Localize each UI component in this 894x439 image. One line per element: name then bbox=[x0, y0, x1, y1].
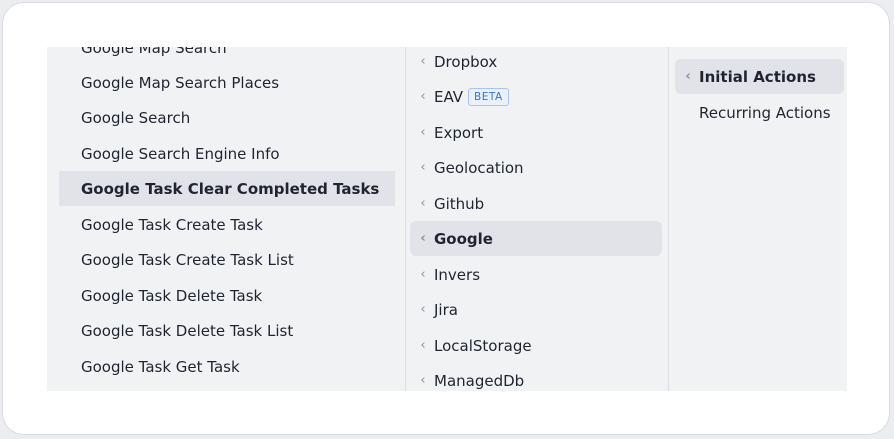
menu-item-google-search-engine-info[interactable]: Google Search Engine Info bbox=[59, 136, 395, 171]
menu-item-label: Export bbox=[434, 123, 484, 142]
menu-item-label: Google Task Create Task bbox=[81, 215, 263, 234]
menu-item-label: Google Search Engine Info bbox=[81, 144, 280, 163]
menu-item-label: Invers bbox=[434, 265, 481, 284]
menu-item-label: Google Search bbox=[81, 108, 191, 127]
menu-item-label: Google Task Clear Completed Tasks bbox=[81, 179, 380, 198]
menu-item-initial-actions[interactable]: ‹ Initial Actions bbox=[675, 59, 844, 94]
menu-item-label: Google Map Search Places bbox=[81, 73, 280, 92]
menu-item-label: Geolocation bbox=[434, 158, 524, 177]
chevron-left-icon: ‹ bbox=[420, 196, 426, 211]
menu-item-google-task-create-task[interactable]: Google Task Create Task bbox=[59, 207, 395, 242]
menu-item-label: ManagedDb bbox=[434, 371, 525, 390]
menu-column-actions: Google Map Search Google Map Search Plac… bbox=[47, 47, 405, 391]
menu-item-google-search[interactable]: Google Search bbox=[59, 100, 395, 135]
menu-item-label: Google bbox=[434, 229, 493, 248]
menu-item-geolocation[interactable]: ‹ Geolocation bbox=[410, 150, 662, 185]
menu-item-label: Initial Actions bbox=[699, 67, 816, 86]
chevron-left-icon: ‹ bbox=[685, 69, 691, 84]
chevron-left-icon: ‹ bbox=[420, 302, 426, 317]
menu-item-export[interactable]: ‹ Export bbox=[410, 115, 662, 150]
chevron-left-icon: ‹ bbox=[420, 125, 426, 140]
menu-item-github[interactable]: ‹ Github bbox=[410, 186, 662, 221]
menu-item-invers[interactable]: ‹ Invers bbox=[410, 257, 662, 292]
menu-item-label: Google Map Search bbox=[81, 47, 227, 57]
chevron-left-icon: ‹ bbox=[420, 160, 426, 175]
menu-item-google-task-create-task-list[interactable]: Google Task Create Task List bbox=[59, 242, 395, 277]
menu-item-google[interactable]: ‹ Google bbox=[410, 221, 662, 256]
menu-item-label: Google Task Delete Task List bbox=[81, 321, 294, 340]
cascading-menu: Google Map Search Google Map Search Plac… bbox=[47, 47, 847, 391]
menu-item-eav[interactable]: ‹ EAV BETA bbox=[410, 79, 662, 114]
menu-item-label: EAV bbox=[434, 87, 464, 106]
menu-item-localstorage[interactable]: ‹ LocalStorage bbox=[410, 328, 662, 363]
menu-item-google-task-clear-completed-tasks[interactable]: Google Task Clear Completed Tasks bbox=[59, 171, 395, 206]
menu-item-google-task-delete-task[interactable]: Google Task Delete Task bbox=[59, 278, 395, 313]
menu-item-recurring-actions[interactable]: Recurring Actions bbox=[675, 95, 844, 130]
chevron-left-icon: ‹ bbox=[420, 338, 426, 353]
menu-item-manageddb[interactable]: ‹ ManagedDb bbox=[410, 363, 662, 391]
menu-item-google-task-delete-task-list[interactable]: Google Task Delete Task List bbox=[59, 313, 395, 348]
chevron-left-icon: ‹ bbox=[420, 373, 426, 388]
menu-item-label: Github bbox=[434, 194, 485, 213]
menu-item-label: Jira bbox=[434, 300, 458, 319]
menu-item-partial[interactable]: Google Map Search bbox=[59, 47, 395, 65]
chevron-left-icon: ‹ bbox=[420, 231, 426, 246]
menu-item-label: Google Task Create Task List bbox=[81, 250, 294, 269]
menu-column-triggers: ‹ Initial Actions Recurring Actions bbox=[668, 47, 847, 391]
menu-item-label: Recurring Actions bbox=[699, 103, 831, 122]
screenshot-frame: Google Map Search Google Map Search Plac… bbox=[2, 2, 890, 435]
menu-item-label: Google Task Get Task bbox=[81, 357, 240, 376]
menu-item-label: Google Task Delete Task bbox=[81, 286, 263, 305]
chevron-left-icon: ‹ bbox=[420, 89, 426, 104]
menu-column-categories: ‹ Dropbox ‹ EAV BETA ‹ Export ‹ Geolocat… bbox=[405, 47, 669, 391]
menu-item-label: LocalStorage bbox=[434, 336, 532, 355]
chevron-left-icon: ‹ bbox=[420, 54, 426, 69]
chevron-left-icon: ‹ bbox=[420, 267, 426, 282]
menu-item-jira[interactable]: ‹ Jira bbox=[410, 292, 662, 327]
menu-item-dropbox[interactable]: ‹ Dropbox bbox=[410, 47, 662, 79]
menu-item-label: Dropbox bbox=[434, 52, 498, 71]
menu-item-google-task-get-task[interactable]: Google Task Get Task bbox=[59, 349, 395, 384]
beta-badge: BETA bbox=[468, 87, 509, 106]
menu-item-google-map-search-places[interactable]: Google Map Search Places bbox=[59, 65, 395, 100]
